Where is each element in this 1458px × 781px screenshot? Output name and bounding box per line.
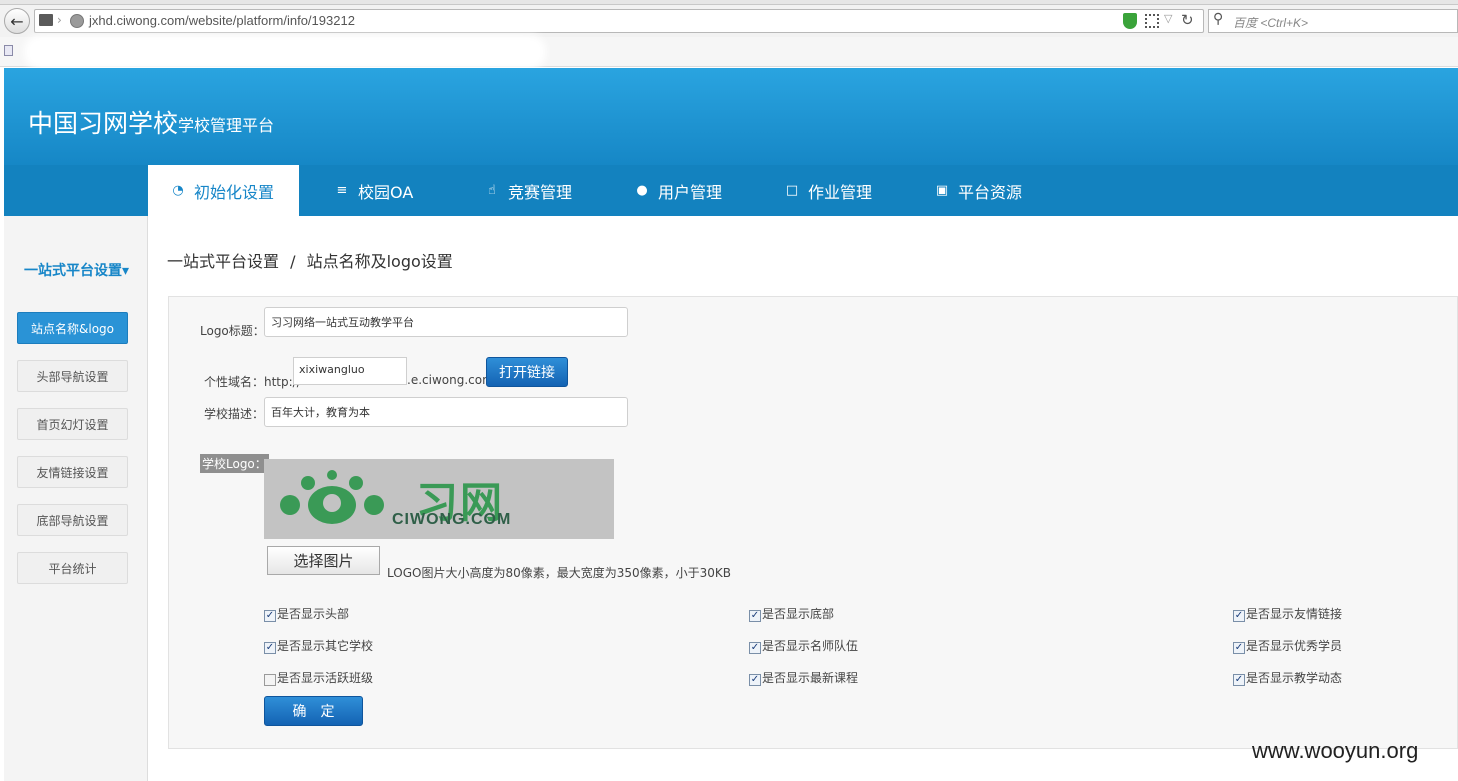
sidebar-item-stats[interactable]: 平台统计 bbox=[17, 552, 128, 584]
sidebar-item-home-slides[interactable]: 首页幻灯设置 bbox=[17, 408, 128, 440]
redacted-bookmarks bbox=[30, 41, 540, 63]
checkbox-unchecked-icon[interactable]: ✓ bbox=[264, 673, 276, 686]
address-url[interactable]: jxhd.ciwong.com/website/platform/info/19… bbox=[89, 13, 355, 28]
sidebar-item-header-nav[interactable]: 头部导航设置 bbox=[17, 360, 128, 392]
search-placeholder: 百度 <Ctrl+K> bbox=[1233, 16, 1309, 30]
breadcrumb-parent[interactable]: 一站式平台设置 bbox=[167, 252, 279, 271]
choose-image-button[interactable]: 选择图片 bbox=[267, 546, 380, 575]
sidebar-heading[interactable]: 一站式平台设置▾ bbox=[24, 260, 129, 280]
search-icon: ⚲ bbox=[1213, 11, 1224, 27]
logo-mascot-icon bbox=[280, 470, 384, 524]
sidebar-item-footer-nav[interactable]: 底部导航设置 bbox=[17, 504, 128, 536]
sidebar-item-site-name-logo[interactable]: 站点名称&logo bbox=[17, 312, 128, 344]
logo-title-label: Logo标题： bbox=[200, 324, 265, 338]
browser-toolbar: ← › jxhd.ciwong.com/website/platform/inf… bbox=[0, 5, 1458, 37]
school-logo-image: 习网 CIWONG.COM bbox=[264, 459, 614, 539]
checkbox-show-teachers[interactable]: ✓ 是否显示名师队伍 bbox=[749, 637, 858, 654]
sidebar-item-friend-links[interactable]: 友情链接设置 bbox=[17, 456, 128, 488]
checkbox-show-other-schools[interactable]: ✓ 是否显示其它学校 bbox=[264, 637, 373, 654]
browser-search-input[interactable]: ⚲ 百度 <Ctrl+K> bbox=[1208, 9, 1458, 33]
logo-brand-en: CIWONG.COM bbox=[392, 511, 512, 528]
breadcrumb-separator: / bbox=[290, 252, 296, 271]
chevron-right-icon: › bbox=[57, 13, 62, 27]
monitor-icon: ▣ bbox=[935, 183, 949, 198]
nav-label: 校园OA bbox=[358, 182, 414, 202]
qr-code-icon[interactable] bbox=[1145, 14, 1159, 28]
checkbox-checked-icon[interactable]: ✓ bbox=[1233, 673, 1245, 686]
globe-icon bbox=[70, 14, 84, 28]
nav-item-homework[interactable]: □ 作业管理 bbox=[762, 165, 894, 216]
checkbox-checked-icon[interactable]: ✓ bbox=[749, 609, 761, 622]
checkbox-show-new-courses[interactable]: ✓ 是否显示最新课程 bbox=[749, 669, 858, 686]
document-icon[interactable] bbox=[4, 45, 13, 56]
chevron-down-icon[interactable]: ▽ bbox=[1164, 12, 1172, 25]
site-subtitle: 学校管理平台 bbox=[178, 116, 275, 135]
domain-label: 个性域名：http:// bbox=[204, 375, 301, 389]
checkbox-checked-icon[interactable]: ✓ bbox=[264, 609, 276, 622]
breadcrumb: 一站式平台设置 / 站点名称及logo设置 bbox=[167, 248, 453, 272]
thumbs-up-icon: ☝ bbox=[488, 183, 496, 198]
nav-label: 初始化设置 bbox=[194, 182, 275, 202]
watermark: www.wooyun.org bbox=[1252, 738, 1419, 763]
checkbox-checked-icon[interactable]: ✓ bbox=[749, 673, 761, 686]
nav-item-contest[interactable]: ☝ 竞赛管理 bbox=[462, 165, 594, 216]
users-icon: ● bbox=[636, 183, 648, 198]
folder-icon[interactable] bbox=[39, 14, 53, 26]
nav-label: 平台资源 bbox=[958, 182, 1023, 202]
bookmarks-bar bbox=[0, 37, 1458, 67]
site-title[interactable]: 中国习网学校 bbox=[28, 104, 178, 140]
checkbox-show-friend-links[interactable]: ✓ 是否显示友情链接 bbox=[1233, 605, 1342, 622]
checkbox-checked-icon[interactable]: ✓ bbox=[749, 641, 761, 654]
checkbox-show-header[interactable]: ✓ 是否显示头部 bbox=[264, 605, 349, 622]
list-icon: ≡ bbox=[336, 183, 348, 198]
checkbox-checked-icon[interactable]: ✓ bbox=[1233, 609, 1245, 622]
school-desc-label: 学校描述： bbox=[204, 407, 265, 421]
checkbox-show-active-classes[interactable]: ✓是否显示活跃班级 bbox=[264, 669, 373, 686]
checkbox-show-footer[interactable]: ✓ 是否显示底部 bbox=[749, 605, 834, 622]
confirm-button[interactable]: 确 定 bbox=[264, 696, 363, 726]
back-arrow-icon[interactable]: ← bbox=[4, 8, 30, 34]
nav-label: 竞赛管理 bbox=[508, 182, 573, 202]
nav-label: 用户管理 bbox=[658, 182, 723, 202]
open-link-button[interactable]: 打开链接 bbox=[486, 357, 568, 387]
sidebar: 一站式平台设置▾ 站点名称&logo 头部导航设置 首页幻灯设置 友情链接设置 … bbox=[4, 216, 148, 781]
school-logo-label: 学校Logo： bbox=[200, 454, 269, 473]
main-nav: ◔ 初始化设置 ≡ 校园OA ☝ 竞赛管理 ● 用户管理 □ 作业管理 ▣ 平台… bbox=[4, 165, 1458, 216]
nav-item-campus-oa[interactable]: ≡ 校园OA bbox=[312, 165, 435, 216]
breadcrumb-current: 站点名称及logo设置 bbox=[306, 252, 453, 271]
caret-down-icon: ▾ bbox=[122, 263, 130, 279]
checkbox-checked-icon[interactable]: ✓ bbox=[1233, 641, 1245, 654]
nav-item-resources[interactable]: ▣ 平台资源 bbox=[912, 165, 1044, 216]
domain-suffix: .e.ciwong.com bbox=[407, 373, 494, 387]
image-size-hint: LOGO图片大小高度为80像素，最大宽度为350像素，小于30KB bbox=[387, 566, 731, 580]
address-bar[interactable]: › jxhd.ciwong.com/website/platform/info/… bbox=[34, 9, 1204, 33]
nav-label: 作业管理 bbox=[808, 182, 873, 202]
inbox-icon: □ bbox=[785, 183, 799, 198]
nav-item-init-settings[interactable]: ◔ 初始化设置 bbox=[148, 165, 299, 216]
site-header: 中国习网学校 学校管理平台 bbox=[4, 68, 1458, 165]
checkbox-show-top-students[interactable]: ✓ 是否显示优秀学员 bbox=[1233, 637, 1342, 654]
domain-input[interactable]: xixiwangluo bbox=[293, 357, 407, 385]
reload-icon[interactable]: ↻ bbox=[1181, 11, 1194, 29]
pie-chart-icon: ◔ bbox=[172, 183, 184, 198]
school-desc-input[interactable]: 百年大计，教育为本 bbox=[264, 397, 628, 427]
checkbox-show-teaching-news[interactable]: ✓ 是否显示教学动态 bbox=[1233, 669, 1342, 686]
nav-item-users[interactable]: ● 用户管理 bbox=[612, 165, 744, 216]
logo-title-input[interactable]: 习习网络一站式互动教学平台 bbox=[264, 307, 628, 337]
checkbox-checked-icon[interactable]: ✓ bbox=[264, 641, 276, 654]
shield-icon[interactable] bbox=[1123, 13, 1137, 29]
